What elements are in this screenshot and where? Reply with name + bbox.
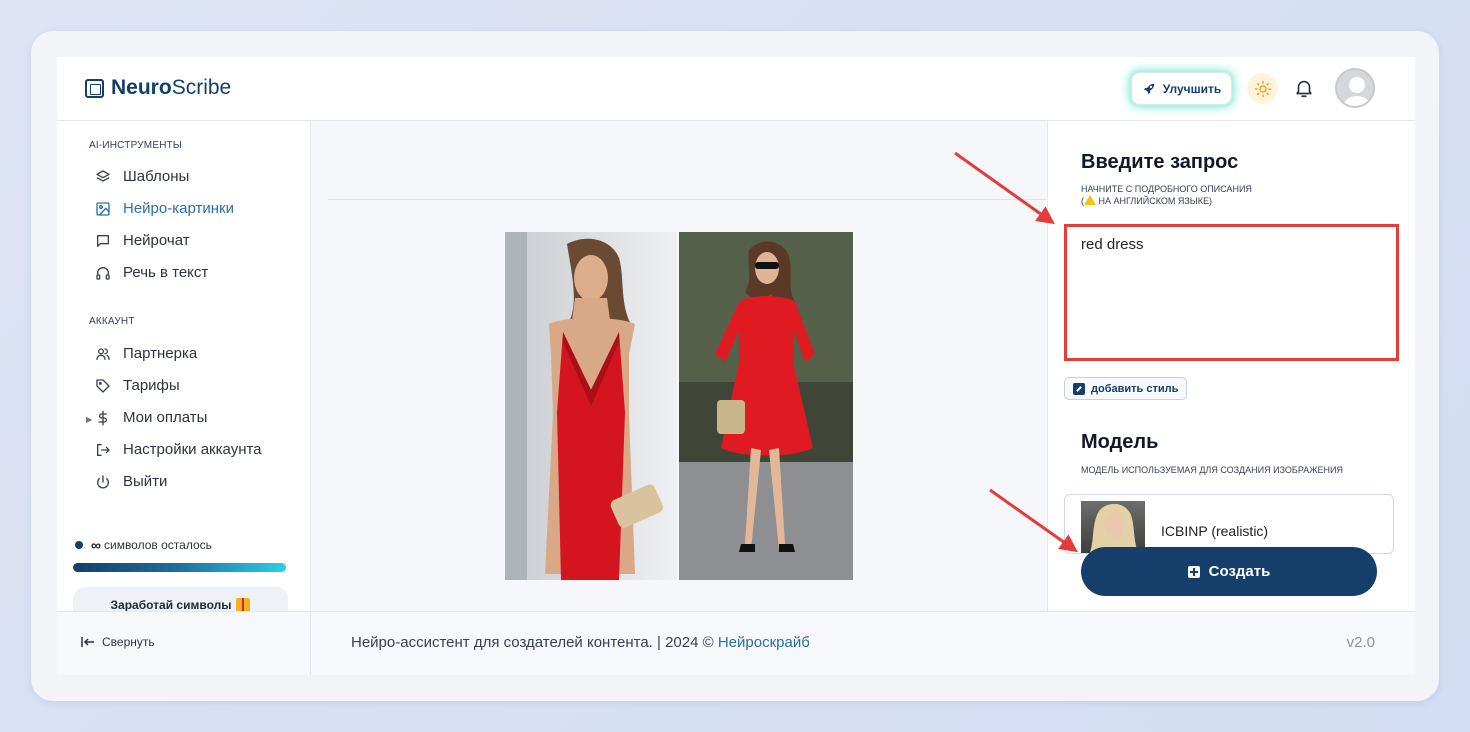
prompt-title: Введите запрос bbox=[1081, 151, 1239, 173]
sidebar-item-label: Мои оплаты bbox=[123, 409, 208, 426]
power-icon bbox=[95, 474, 111, 490]
earn-credits-label: Заработай символы bbox=[110, 598, 232, 612]
prompt-hint-line-2-text: НА АНГЛИЙСКОМ ЯЗЫКЕ) bbox=[1098, 196, 1213, 206]
generated-image-2[interactable] bbox=[679, 232, 853, 580]
bell-icon[interactable] bbox=[1293, 77, 1315, 99]
image-icon bbox=[95, 201, 111, 217]
users-icon bbox=[95, 346, 111, 362]
theme-toggle-button[interactable] bbox=[1247, 73, 1278, 104]
model-hint: МОДЕЛЬ ИСПОЛЬЗУЕМАЯ ДЛЯ СОЗДАНИЯ ИЗОБРАЖ… bbox=[1081, 465, 1344, 475]
sun-icon bbox=[1254, 80, 1271, 97]
sidebar-item-chat[interactable]: Нейрочат bbox=[95, 232, 190, 249]
footer-link[interactable]: Нейроскрайб bbox=[718, 634, 810, 651]
sidebar-item-payments[interactable]: Мои оплаты bbox=[95, 409, 207, 426]
logo-icon bbox=[85, 78, 104, 98]
credits-progress-bar bbox=[73, 563, 286, 572]
create-button[interactable]: Создать bbox=[1081, 547, 1377, 596]
divider bbox=[328, 199, 1047, 200]
dollar-icon bbox=[95, 410, 111, 426]
footer-divider bbox=[310, 612, 311, 675]
section-title-account: АККАУНТ bbox=[89, 316, 135, 327]
layers-icon bbox=[95, 169, 111, 185]
prompt-input-box bbox=[1064, 224, 1399, 361]
prompt-hint: НАЧНИТЕ С ПОДРОБНОГО ОПИСАНИЯ ( НА АНГЛИ… bbox=[1081, 184, 1252, 207]
sidebar-item-label: Выйти bbox=[123, 473, 168, 490]
app: Neuro Scribe Улучшить AI-ИНСТРУМЕНТЫ Шаб… bbox=[57, 57, 1415, 675]
app-version: v2.0 bbox=[1346, 634, 1375, 651]
credits-text: символов осталось bbox=[103, 538, 212, 552]
caret-right-icon[interactable]: ▶ bbox=[86, 415, 92, 424]
sidebar-item-speech-to-text[interactable]: Речь в текст bbox=[95, 264, 208, 281]
collapse-arrow-icon bbox=[81, 637, 94, 647]
warning-icon bbox=[1084, 195, 1096, 205]
credits-symbol: ∞ bbox=[91, 537, 101, 553]
tag-icon bbox=[95, 378, 111, 394]
footer-text: Нейро-ассистент для создателей контента.… bbox=[351, 634, 810, 651]
top-header: Neuro Scribe Улучшить bbox=[57, 57, 1415, 121]
sidebar-item-account-settings[interactable]: Настройки аккаунта bbox=[95, 441, 262, 458]
sidebar-item-label: Тарифы bbox=[123, 377, 180, 394]
footer: Свернуть Нейро-ассистент для создателей … bbox=[57, 611, 1415, 675]
generated-images bbox=[505, 232, 853, 580]
plus-square-icon bbox=[1187, 565, 1200, 578]
collapse-sidebar-button[interactable]: Свернуть bbox=[81, 635, 155, 649]
brand-regular: Scribe bbox=[171, 76, 232, 99]
chat-icon bbox=[95, 233, 111, 249]
credits-dot bbox=[75, 541, 83, 549]
prompt-hint-line-2: ( НА АНГЛИЙСКОМ ЯЗЫКЕ) bbox=[1081, 195, 1213, 206]
collapse-label: Свернуть bbox=[102, 635, 155, 649]
sidebar-item-label: Партнерка bbox=[123, 345, 198, 362]
generated-image-1[interactable] bbox=[505, 232, 677, 580]
create-label: Создать bbox=[1208, 563, 1271, 580]
sidebar-item-label: Нейрочат bbox=[123, 232, 190, 249]
model-select[interactable]: ICBINP (realistic) bbox=[1064, 494, 1394, 554]
headphones-icon bbox=[95, 265, 111, 281]
sidebar: AI-ИНСТРУМЕНТЫ Шаблоны Нейро-картинки Не… bbox=[57, 121, 311, 623]
sidebar-item-partner[interactable]: Партнерка bbox=[95, 345, 197, 362]
sidebar-item-tariffs[interactable]: Тарифы bbox=[95, 377, 180, 394]
model-name: ICBINP (realistic) bbox=[1161, 523, 1269, 539]
upgrade-label: Улучшить bbox=[1162, 81, 1222, 96]
avatar[interactable] bbox=[1335, 68, 1375, 108]
brand-logo[interactable]: Neuro Scribe bbox=[85, 76, 231, 100]
sidebar-item-neuro-images[interactable]: Нейро-картинки bbox=[95, 200, 234, 217]
section-title-tools: AI-ИНСТРУМЕНТЫ bbox=[89, 140, 182, 151]
sidebar-item-label: Речь в текст bbox=[123, 264, 209, 281]
sidebar-item-label: Настройки аккаунта bbox=[123, 441, 262, 458]
credits-indicator: ∞ символов осталось bbox=[75, 537, 212, 553]
sidebar-item-templates[interactable]: Шаблоны bbox=[95, 168, 189, 185]
sidebar-item-logout[interactable]: Выйти bbox=[95, 473, 167, 490]
main-content bbox=[311, 121, 1047, 611]
gift-icon bbox=[236, 598, 251, 612]
edit-icon bbox=[1073, 382, 1085, 395]
sidebar-item-label: Нейро-картинки bbox=[123, 200, 234, 217]
add-style-button[interactable]: добавить стиль bbox=[1064, 377, 1188, 400]
rocket-icon bbox=[1143, 83, 1155, 94]
footer-copyright: Нейро-ассистент для создателей контента.… bbox=[351, 634, 718, 651]
model-title: Модель bbox=[1081, 431, 1159, 453]
generation-panel: Введите запрос НАЧНИТЕ С ПОДРОБНОГО ОПИС… bbox=[1047, 121, 1415, 611]
prompt-input[interactable] bbox=[1067, 227, 1396, 358]
brand-bold: Neuro bbox=[111, 76, 172, 99]
prompt-hint-line-1: НАЧНИТЕ С ПОДРОБНОГО ОПИСАНИЯ bbox=[1081, 184, 1252, 194]
sidebar-item-label: Шаблоны bbox=[123, 168, 190, 185]
logout-arrow-icon bbox=[95, 442, 111, 458]
add-style-label: добавить стиль bbox=[1091, 382, 1179, 395]
upgrade-button[interactable]: Улучшить bbox=[1131, 72, 1232, 105]
